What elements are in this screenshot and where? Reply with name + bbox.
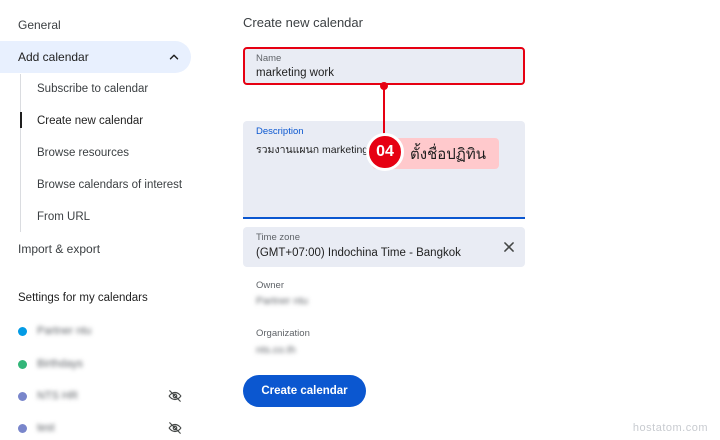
organization-value: nts.co.th: [256, 344, 296, 356]
add-calendar-subnav: Subscribe to calendar Create new calenda…: [20, 74, 200, 232]
calendar-color-dot: [18, 391, 27, 401]
create-calendar-button[interactable]: Create calendar: [243, 375, 366, 407]
nav-add-calendar[interactable]: Add calendar: [0, 41, 191, 73]
subnav-create-new[interactable]: Create new calendar: [37, 106, 143, 136]
chevron-up-icon: [169, 54, 179, 60]
calendar-label: test: [37, 422, 55, 434]
calendar-item[interactable]: test: [18, 418, 188, 438]
name-input[interactable]: marketing work: [256, 67, 334, 79]
annotation-step-badge: 04: [366, 133, 404, 171]
calendar-color-dot: [18, 423, 27, 433]
calendar-color-dot: [18, 326, 27, 336]
owner-label: Owner: [256, 280, 284, 291]
timezone-field-label: Time zone: [256, 232, 300, 243]
active-indicator: [20, 112, 22, 128]
nav-add-calendar-label: Add calendar: [18, 50, 89, 64]
watermark: hostatom.com: [632, 422, 708, 434]
calendar-item[interactable]: NTS HR: [18, 386, 188, 406]
calendar-item[interactable]: Birthdays: [18, 354, 188, 374]
subnav-browse-resources[interactable]: Browse resources: [37, 138, 129, 168]
name-field[interactable]: Name marketing work: [243, 47, 525, 85]
annotation-text: ตั้งชื่อปฏิทิน: [410, 145, 486, 163]
calendar-color-dot: [18, 359, 27, 369]
organization-label: Organization: [256, 328, 310, 339]
annotation-connector: [383, 85, 385, 137]
nav-import-export[interactable]: Import & export: [18, 233, 100, 265]
timezone-field[interactable]: Time zone (GMT+07:00) Indochina Time - B…: [243, 227, 525, 267]
calendar-label: NTS HR: [37, 390, 78, 402]
timezone-select[interactable]: (GMT+07:00) Indochina Time - Bangkok: [256, 247, 461, 259]
visibility-off-icon[interactable]: [168, 389, 182, 403]
subnav-subscribe[interactable]: Subscribe to calendar: [37, 74, 148, 104]
subnav-from-url[interactable]: From URL: [37, 202, 90, 232]
calendar-label: Birthdays: [37, 358, 83, 370]
settings-sidebar: General Add calendar Subscribe to calend…: [0, 0, 200, 440]
page-title: Create new calendar: [243, 15, 363, 30]
nav-general[interactable]: General: [18, 9, 61, 41]
annotation-anchor-dot: [380, 82, 388, 90]
close-icon[interactable]: [502, 240, 516, 254]
calendar-label: Partner ntu: [37, 325, 92, 337]
subnav-browse-interest[interactable]: Browse calendars of interest: [37, 170, 182, 200]
settings-section-title: Settings for my calendars: [18, 292, 148, 304]
calendar-item[interactable]: Partner ntu: [18, 321, 188, 341]
description-field-label: Description: [256, 126, 304, 137]
visibility-off-icon[interactable]: [168, 421, 182, 435]
owner-value: Partner ntu: [256, 295, 308, 307]
name-field-label: Name: [256, 53, 282, 64]
